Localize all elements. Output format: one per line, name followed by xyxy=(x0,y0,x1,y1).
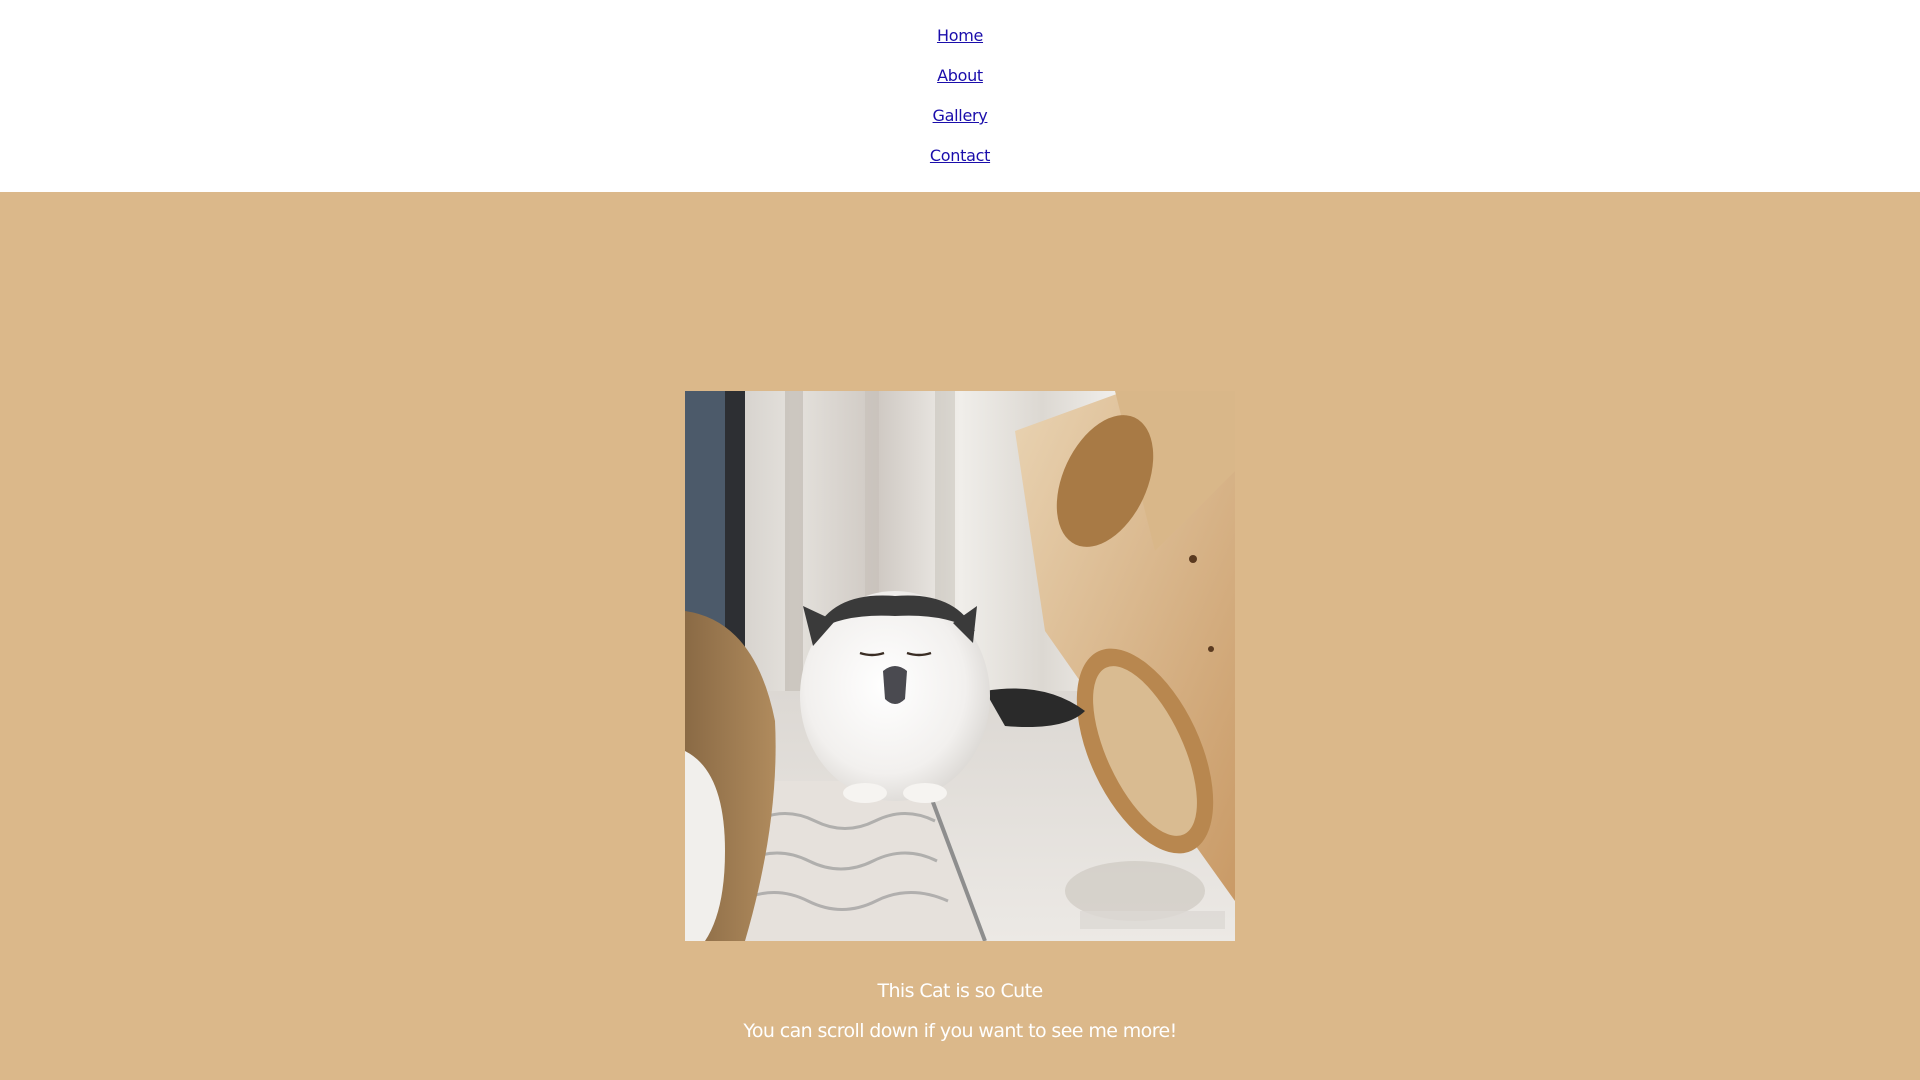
nav-list: Home About Gallery Contact xyxy=(0,22,1920,182)
nav-item-about: About xyxy=(0,62,1920,102)
nav-item-contact: Contact xyxy=(0,142,1920,182)
caption-title: This Cat is so Cute xyxy=(877,980,1043,1002)
cat-photo xyxy=(685,391,1235,941)
main-navigation: Home About Gallery Contact xyxy=(0,0,1920,192)
nav-link-home[interactable]: Home xyxy=(937,26,983,45)
caption-subtitle: You can scroll down if you want to see m… xyxy=(743,1020,1177,1042)
nav-link-contact[interactable]: Contact xyxy=(930,146,990,165)
hero-section: This Cat is so Cute You can scroll down … xyxy=(0,192,1920,1080)
nav-item-home: Home xyxy=(0,22,1920,62)
nav-item-gallery: Gallery xyxy=(0,102,1920,142)
nav-link-about[interactable]: About xyxy=(937,66,983,85)
nav-link-gallery[interactable]: Gallery xyxy=(933,106,988,125)
